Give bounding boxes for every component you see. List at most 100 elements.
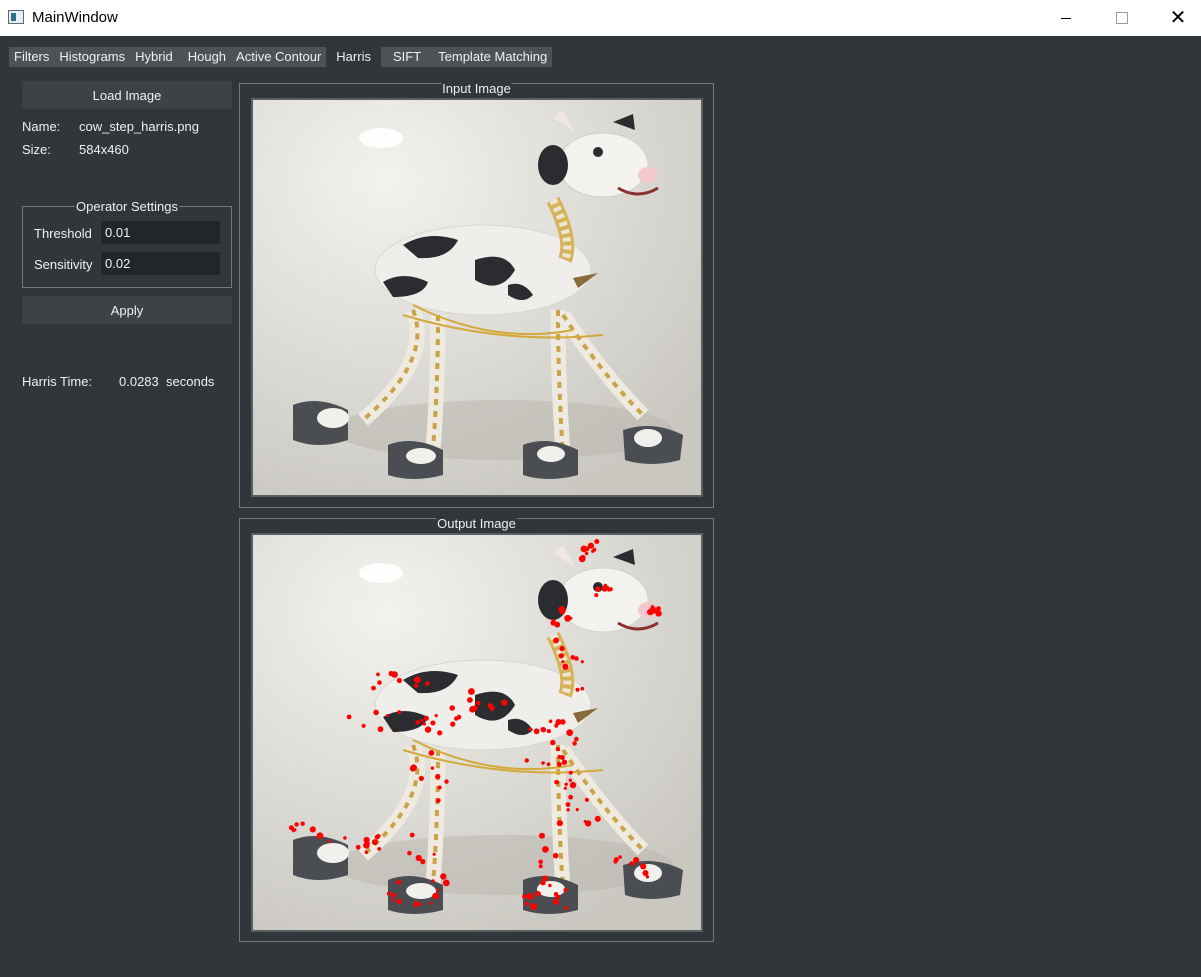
harris-corner-marker (607, 587, 612, 592)
harris-corner-marker (442, 879, 450, 887)
harris-time-value: 0.0283 (119, 374, 159, 389)
harris-corner-marker (435, 774, 441, 780)
harris-corner-marker (592, 547, 597, 552)
harris-corner-marker (552, 852, 559, 859)
tab-active-contour[interactable]: Active Contour (231, 47, 327, 67)
harris-corner-marker (377, 847, 382, 851)
harris-corner-marker (373, 709, 379, 716)
threshold-input[interactable]: 0.01 (101, 221, 220, 244)
harris-corner-marker (594, 815, 601, 822)
harris-corner-marker (569, 781, 577, 789)
harris-corner-marker (397, 710, 402, 714)
output-image-title: Output Image (436, 516, 517, 531)
harris-corner-marker (570, 655, 575, 660)
harris-corner-marker (415, 720, 420, 725)
harris-corner-marker (580, 686, 585, 691)
harris-corner-marker (539, 832, 545, 839)
tab-sift[interactable]: SIFT (380, 47, 434, 67)
harris-corner-marker (565, 802, 571, 807)
harris-corner-marker (584, 551, 589, 556)
harris-corner-marker (553, 637, 559, 644)
harris-corner-marker (327, 839, 331, 843)
minimize-icon (1061, 17, 1071, 19)
harris-corner-marker (436, 888, 440, 892)
harris-corner-marker (440, 873, 447, 880)
harris-corner-marker (548, 883, 552, 888)
operator-settings-group: Operator Settings Threshold 0.01 Sensiti… (22, 199, 232, 288)
harris-corner-marker (388, 670, 394, 677)
harris-corner-marker (355, 844, 361, 850)
harris-corner-marker (557, 754, 562, 759)
harris-corner-marker (561, 759, 568, 765)
harris-corner-marker (524, 758, 529, 763)
harris-corner-marker (559, 608, 566, 615)
tab-filters[interactable]: Filters (9, 47, 55, 67)
harris-corner-marker (527, 892, 534, 900)
harris-corner-marker (361, 723, 366, 728)
harris-corner-marker (456, 714, 462, 720)
harris-corner-marker (558, 653, 564, 659)
input-image-frame: Input Image (239, 81, 714, 508)
close-icon: ✕ (1169, 7, 1187, 29)
tab-hybrid[interactable]: Hybrid (130, 47, 183, 67)
harris-time-unit: seconds (166, 374, 215, 389)
tab-hough[interactable]: Hough (182, 47, 232, 67)
harris-corner-marker (501, 699, 508, 706)
harris-corner-marker (449, 705, 455, 711)
load-image-button[interactable]: Load Image (22, 81, 232, 109)
harris-corner-marker (568, 770, 573, 775)
harris-corner-marker (587, 542, 594, 549)
harris-corner-marker (647, 608, 654, 616)
tab-harris[interactable]: Harris (326, 47, 381, 67)
tab-template-matching[interactable]: Template Matching (433, 47, 553, 67)
harris-corner-marker (640, 865, 644, 869)
harris-corner-marker (528, 727, 532, 731)
harris-corner-marker (564, 905, 569, 910)
harris-corner-marker (584, 797, 589, 802)
minimize-button[interactable] (1043, 0, 1089, 36)
output-image (251, 533, 703, 932)
harris-corner-marker (476, 700, 481, 706)
threshold-label: Threshold (34, 226, 92, 241)
harris-corner-marker (428, 750, 435, 756)
harris-corner-marker (566, 808, 570, 812)
harris-corner-marker (563, 786, 567, 790)
harris-corner-marker (566, 729, 574, 736)
harris-corner-marker (376, 834, 381, 839)
harris-corner-marker (569, 616, 573, 620)
apply-button[interactable]: Apply (22, 296, 232, 324)
close-button[interactable]: ✕ (1155, 0, 1201, 36)
harris-corner-marker (575, 808, 579, 812)
harris-corner-marker (396, 677, 402, 684)
harris-corner-marker (553, 892, 559, 897)
harris-corner-marker (542, 875, 548, 882)
harris-corner-marker (396, 879, 402, 885)
harris-corner-marker (522, 894, 527, 899)
harris-corner-marker (556, 761, 562, 767)
harris-corner-marker (371, 839, 378, 846)
harris-corner-marker (530, 903, 538, 911)
harris-corner-marker (467, 697, 473, 703)
harris-corner-marker (386, 891, 391, 896)
harris-corner-marker (366, 841, 370, 846)
title-bar: MainWindow ✕ (0, 0, 1201, 36)
harris-corner-marker (583, 820, 587, 823)
harris-corner-marker (538, 864, 543, 869)
harris-corner-marker (425, 681, 430, 686)
harris-corner-marker (409, 832, 415, 838)
harris-corner-marker (413, 676, 421, 684)
sensitivity-input[interactable]: 0.02 (101, 252, 220, 275)
harris-corner-marker (343, 836, 347, 840)
harris-corner-marker (541, 761, 545, 765)
harris-corner-marker (535, 891, 541, 897)
tab-histograms[interactable]: Histograms (54, 47, 131, 67)
harris-corner-marker (410, 764, 417, 771)
harris-corner-marker (424, 726, 432, 733)
harris-corner-marker (572, 741, 577, 746)
harris-corner-marker (548, 719, 553, 724)
harris-corner-marker (564, 782, 568, 786)
harris-corner-marker (396, 898, 402, 904)
harris-corner-marker (429, 901, 433, 905)
maximize-button[interactable] (1099, 0, 1145, 36)
harris-corner-marker (550, 739, 556, 746)
